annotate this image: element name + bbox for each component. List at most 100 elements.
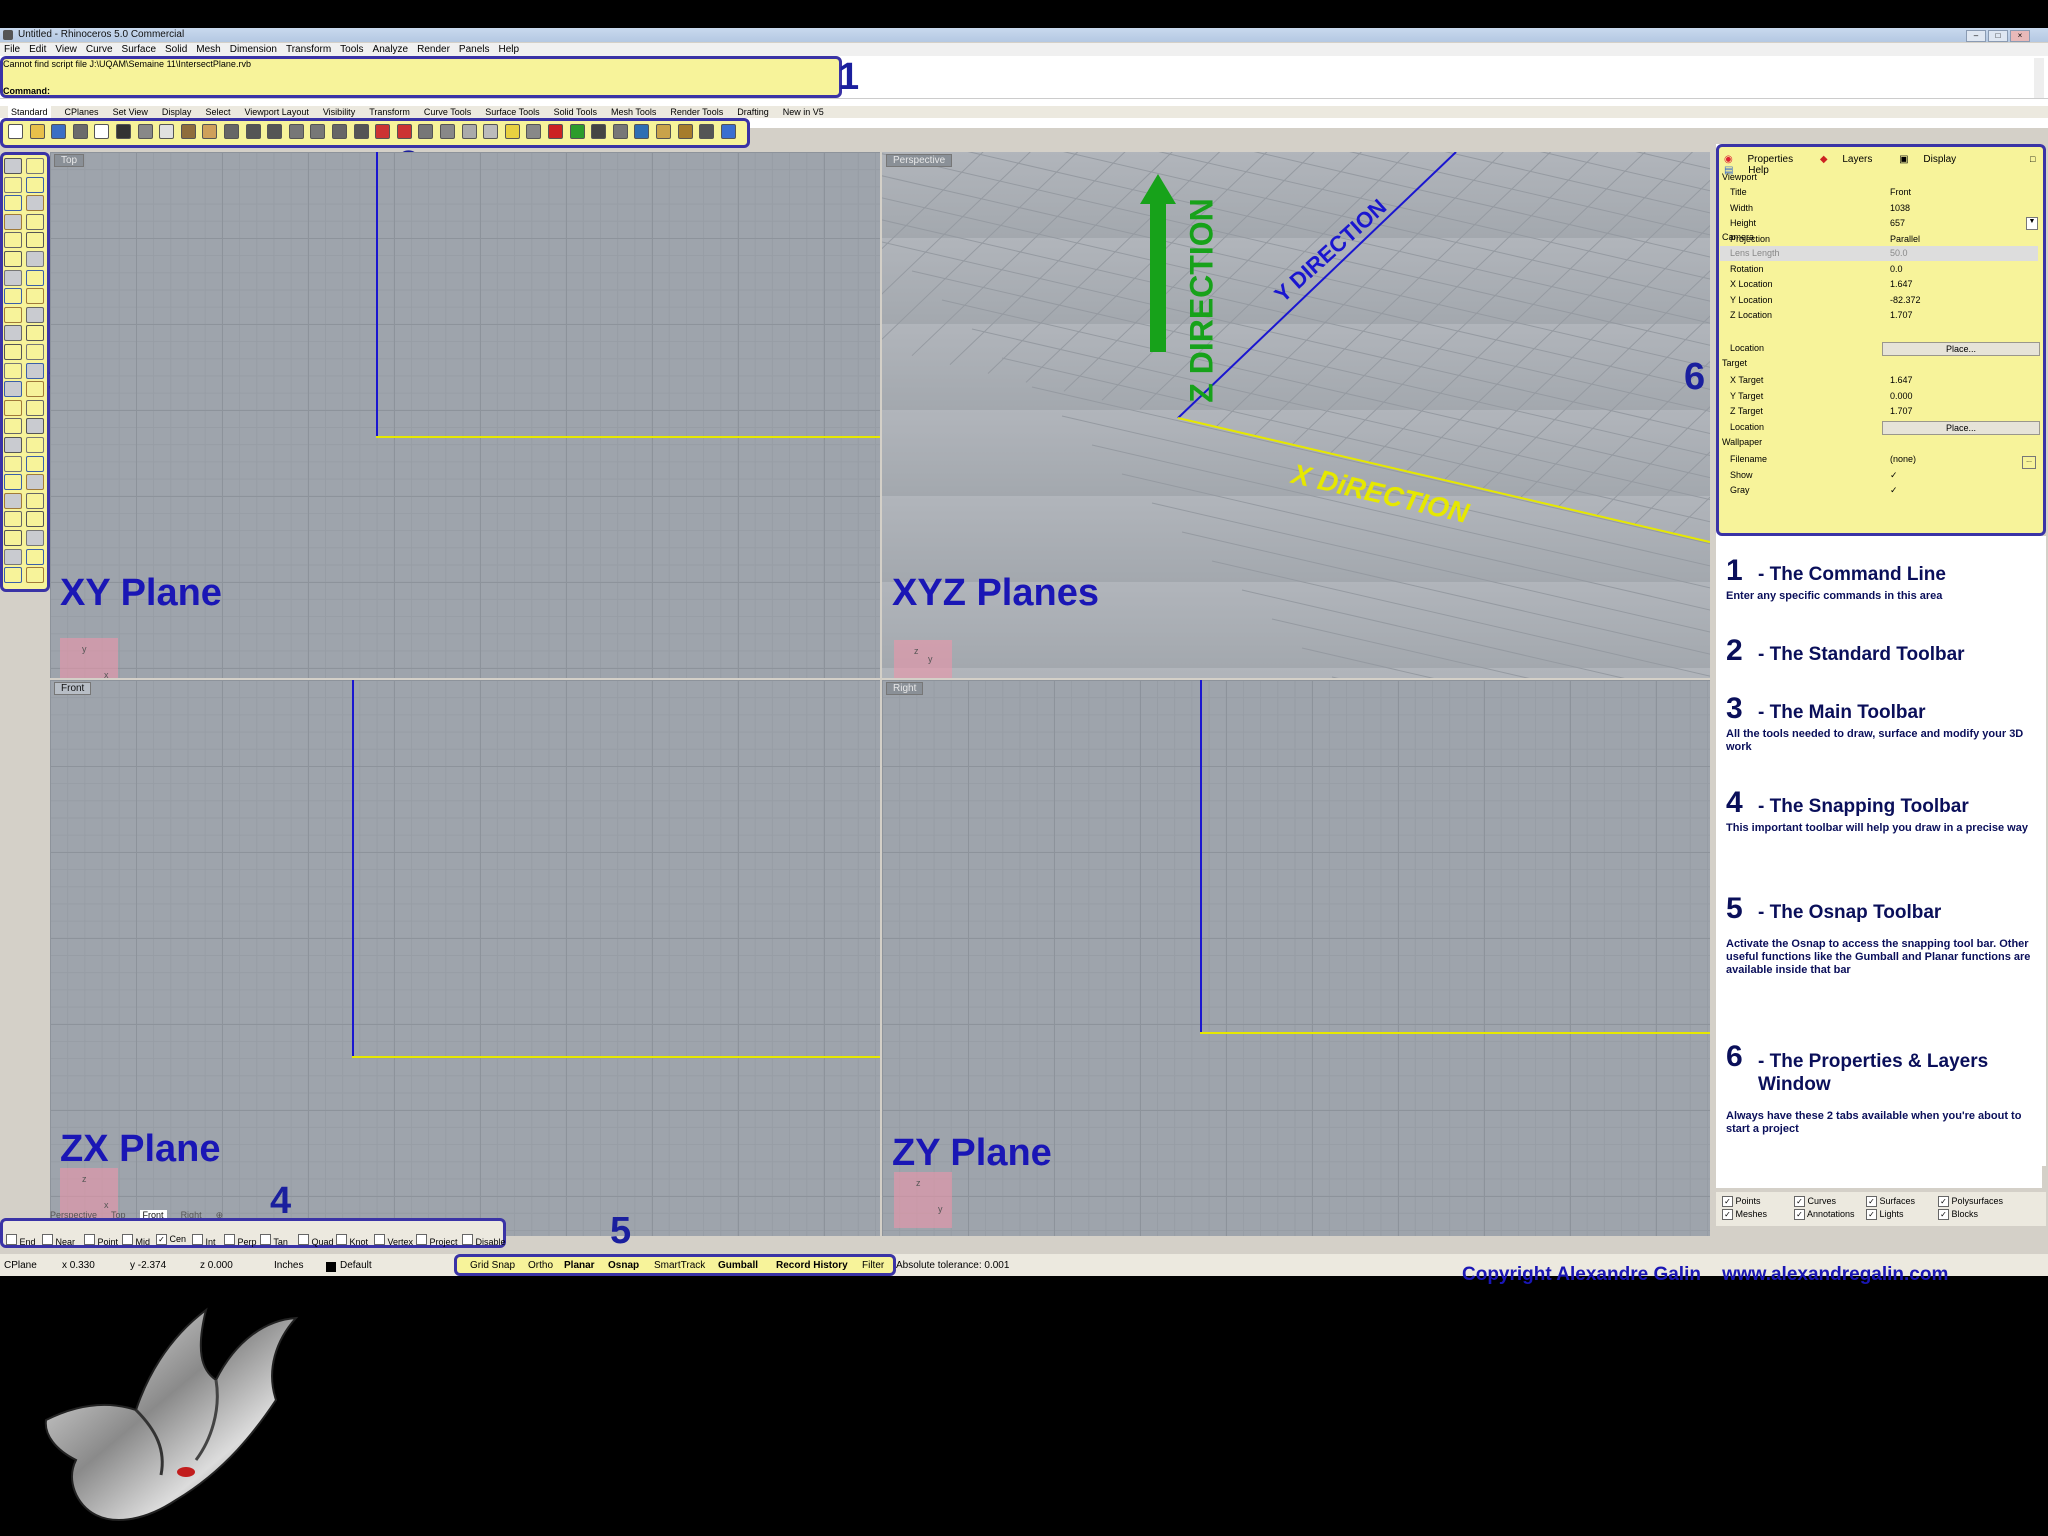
property-value[interactable]: 50.0 <box>1890 246 1908 261</box>
menu-help[interactable]: Help <box>499 43 520 56</box>
main-tool-icon[interactable] <box>4 492 22 509</box>
menu-transform[interactable]: Transform <box>286 43 331 56</box>
toolbar-tool-icon[interactable] <box>375 124 391 139</box>
main-tool-icon[interactable] <box>4 213 22 230</box>
toolbar-tool-icon[interactable] <box>202 124 218 139</box>
osnap-mid[interactable]: Mid <box>122 1234 150 1247</box>
main-tool-icon[interactable] <box>26 418 44 435</box>
toggle-gumball[interactable]: Gumball <box>718 1260 758 1271</box>
toolbar-tool-icon[interactable] <box>418 124 434 139</box>
toolbar-tool-icon[interactable] <box>720 124 736 139</box>
property-value[interactable]: ✓ <box>1890 468 1898 483</box>
viewport-right[interactable]: Right ZY Plane z y <box>882 680 1710 1236</box>
toolbar-tool-icon[interactable] <box>548 124 563 139</box>
main-tool-icon[interactable] <box>4 548 22 565</box>
tab-display-panel[interactable]: ▣ Display <box>1899 154 1968 165</box>
menu-tools[interactable]: Tools <box>340 43 363 56</box>
osnap-vertex[interactable]: Vertex <box>374 1234 413 1247</box>
osnap-project[interactable]: Project <box>416 1234 458 1247</box>
viewport-label-right[interactable]: Right <box>886 682 924 695</box>
property-value[interactable]: 0.0 <box>1890 262 1903 277</box>
osnap-int[interactable]: Int <box>192 1234 216 1247</box>
main-tool-icon[interactable] <box>26 213 44 230</box>
filter-checkbox[interactable]: ✓ Blocks <box>1938 1209 1978 1220</box>
toggle-planar[interactable]: Planar <box>564 1260 595 1271</box>
tab-standard[interactable]: Standard <box>8 106 51 118</box>
property-value[interactable]: (none) <box>1890 452 1916 467</box>
toolbar-tool-icon[interactable] <box>677 124 693 139</box>
main-tool-icon[interactable] <box>26 158 44 174</box>
osnap-disable[interactable]: Disable <box>462 1234 506 1247</box>
filter-checkbox[interactable]: ✓ Lights <box>1866 1209 1904 1220</box>
osnap-tan[interactable]: Tan <box>260 1234 288 1247</box>
property-value[interactable]: ✓ <box>1890 483 1898 498</box>
maximize-button[interactable]: □ <box>1988 30 2008 42</box>
tab-mesh-tools[interactable]: Mesh Tools <box>611 106 656 118</box>
filter-checkbox[interactable]: ✓ Meshes <box>1722 1209 1767 1220</box>
toggle-osnap[interactable]: Osnap <box>608 1260 639 1271</box>
toolbar-tool-icon[interactable] <box>461 124 477 139</box>
property-value[interactable]: 1038 <box>1890 201 1910 216</box>
osnap-cen[interactable]: ✓ Cen <box>156 1234 186 1245</box>
main-tool-icon[interactable] <box>26 381 44 398</box>
toggle-filter[interactable]: Filter <box>862 1260 884 1271</box>
toolbar-tool-icon[interactable] <box>180 124 196 139</box>
osnap-perp[interactable]: Perp <box>224 1234 257 1247</box>
toggle-grid-snap[interactable]: Grid Snap <box>470 1260 515 1271</box>
menu-dimension[interactable]: Dimension <box>230 43 277 56</box>
camera-place-button[interactable]: Place... <box>1882 342 2040 356</box>
main-tool-icon[interactable] <box>26 195 44 212</box>
main-tool-icon[interactable] <box>4 269 22 286</box>
tab-drafting[interactable]: Drafting <box>737 106 769 118</box>
main-tool-icon[interactable] <box>4 306 22 323</box>
status-layer[interactable]: Default <box>340 1260 372 1271</box>
tab-viewport-layout[interactable]: Viewport Layout <box>244 106 308 118</box>
main-tool-icon[interactable] <box>4 530 22 546</box>
toggle-ortho[interactable]: Ortho <box>528 1260 553 1271</box>
toolbar-tool-icon[interactable] <box>8 124 23 139</box>
main-tool-icon[interactable] <box>26 176 44 193</box>
tab-layers[interactable]: ◆ Layers <box>1820 154 1885 165</box>
toolbar-tool-icon[interactable] <box>504 124 520 139</box>
minimize-button[interactable]: – <box>1966 30 1986 42</box>
menu-analyze[interactable]: Analyze <box>373 43 409 56</box>
viewport-perspective[interactable]: Perspective Z DIRECTION Y DIRECTION X Di… <box>882 152 1710 678</box>
main-tool-icon[interactable] <box>4 176 22 193</box>
main-tool-icon[interactable] <box>26 567 44 584</box>
main-tool-icon[interactable] <box>4 437 22 453</box>
main-tool-icon[interactable] <box>26 325 44 342</box>
toolbar-tool-icon[interactable] <box>29 124 45 139</box>
filter-checkbox[interactable]: ✓ Curves <box>1794 1196 1836 1207</box>
main-tool-icon[interactable] <box>4 474 22 491</box>
property-value[interactable]: 1.707 <box>1890 308 1913 323</box>
main-tool-icon[interactable] <box>4 251 22 267</box>
target-place-button[interactable]: Place... <box>1882 421 2040 435</box>
main-tool-icon[interactable] <box>26 530 44 546</box>
toolbar-tool-icon[interactable] <box>51 124 67 139</box>
toolbar-tool-icon[interactable] <box>72 124 88 139</box>
toolbar-tool-icon[interactable] <box>94 124 110 139</box>
menu-edit[interactable]: Edit <box>29 43 46 56</box>
property-value[interactable]: Front <box>1890 185 1911 200</box>
tab-transform[interactable]: Transform <box>369 106 410 118</box>
close-button[interactable]: × <box>2010 30 2030 42</box>
toolbar-tool-icon[interactable] <box>396 124 412 139</box>
filter-checkbox[interactable]: ✓ Annotations <box>1794 1209 1855 1220</box>
property-value[interactable]: 1.647 <box>1890 277 1913 292</box>
main-tool-icon[interactable] <box>26 251 44 267</box>
main-tool-icon[interactable] <box>26 232 44 249</box>
osnap-near[interactable]: Near <box>42 1234 75 1247</box>
toolbar-tool-icon[interactable] <box>224 124 239 139</box>
main-tool-icon[interactable] <box>4 381 22 398</box>
toggle-smarttrack[interactable]: SmartTrack <box>654 1260 705 1271</box>
main-tool-icon[interactable] <box>26 362 44 379</box>
main-tool-icon[interactable] <box>4 567 22 584</box>
tab-visibility[interactable]: Visibility <box>323 106 355 118</box>
main-tool-icon[interactable] <box>4 362 22 379</box>
command-input[interactable] <box>54 85 2014 97</box>
menu-panels[interactable]: Panels <box>459 43 490 56</box>
toolbar-tool-icon[interactable] <box>245 124 261 139</box>
menu-file[interactable]: File <box>4 43 20 56</box>
main-tool-icon[interactable] <box>4 344 22 360</box>
main-tool-icon[interactable] <box>4 399 22 416</box>
